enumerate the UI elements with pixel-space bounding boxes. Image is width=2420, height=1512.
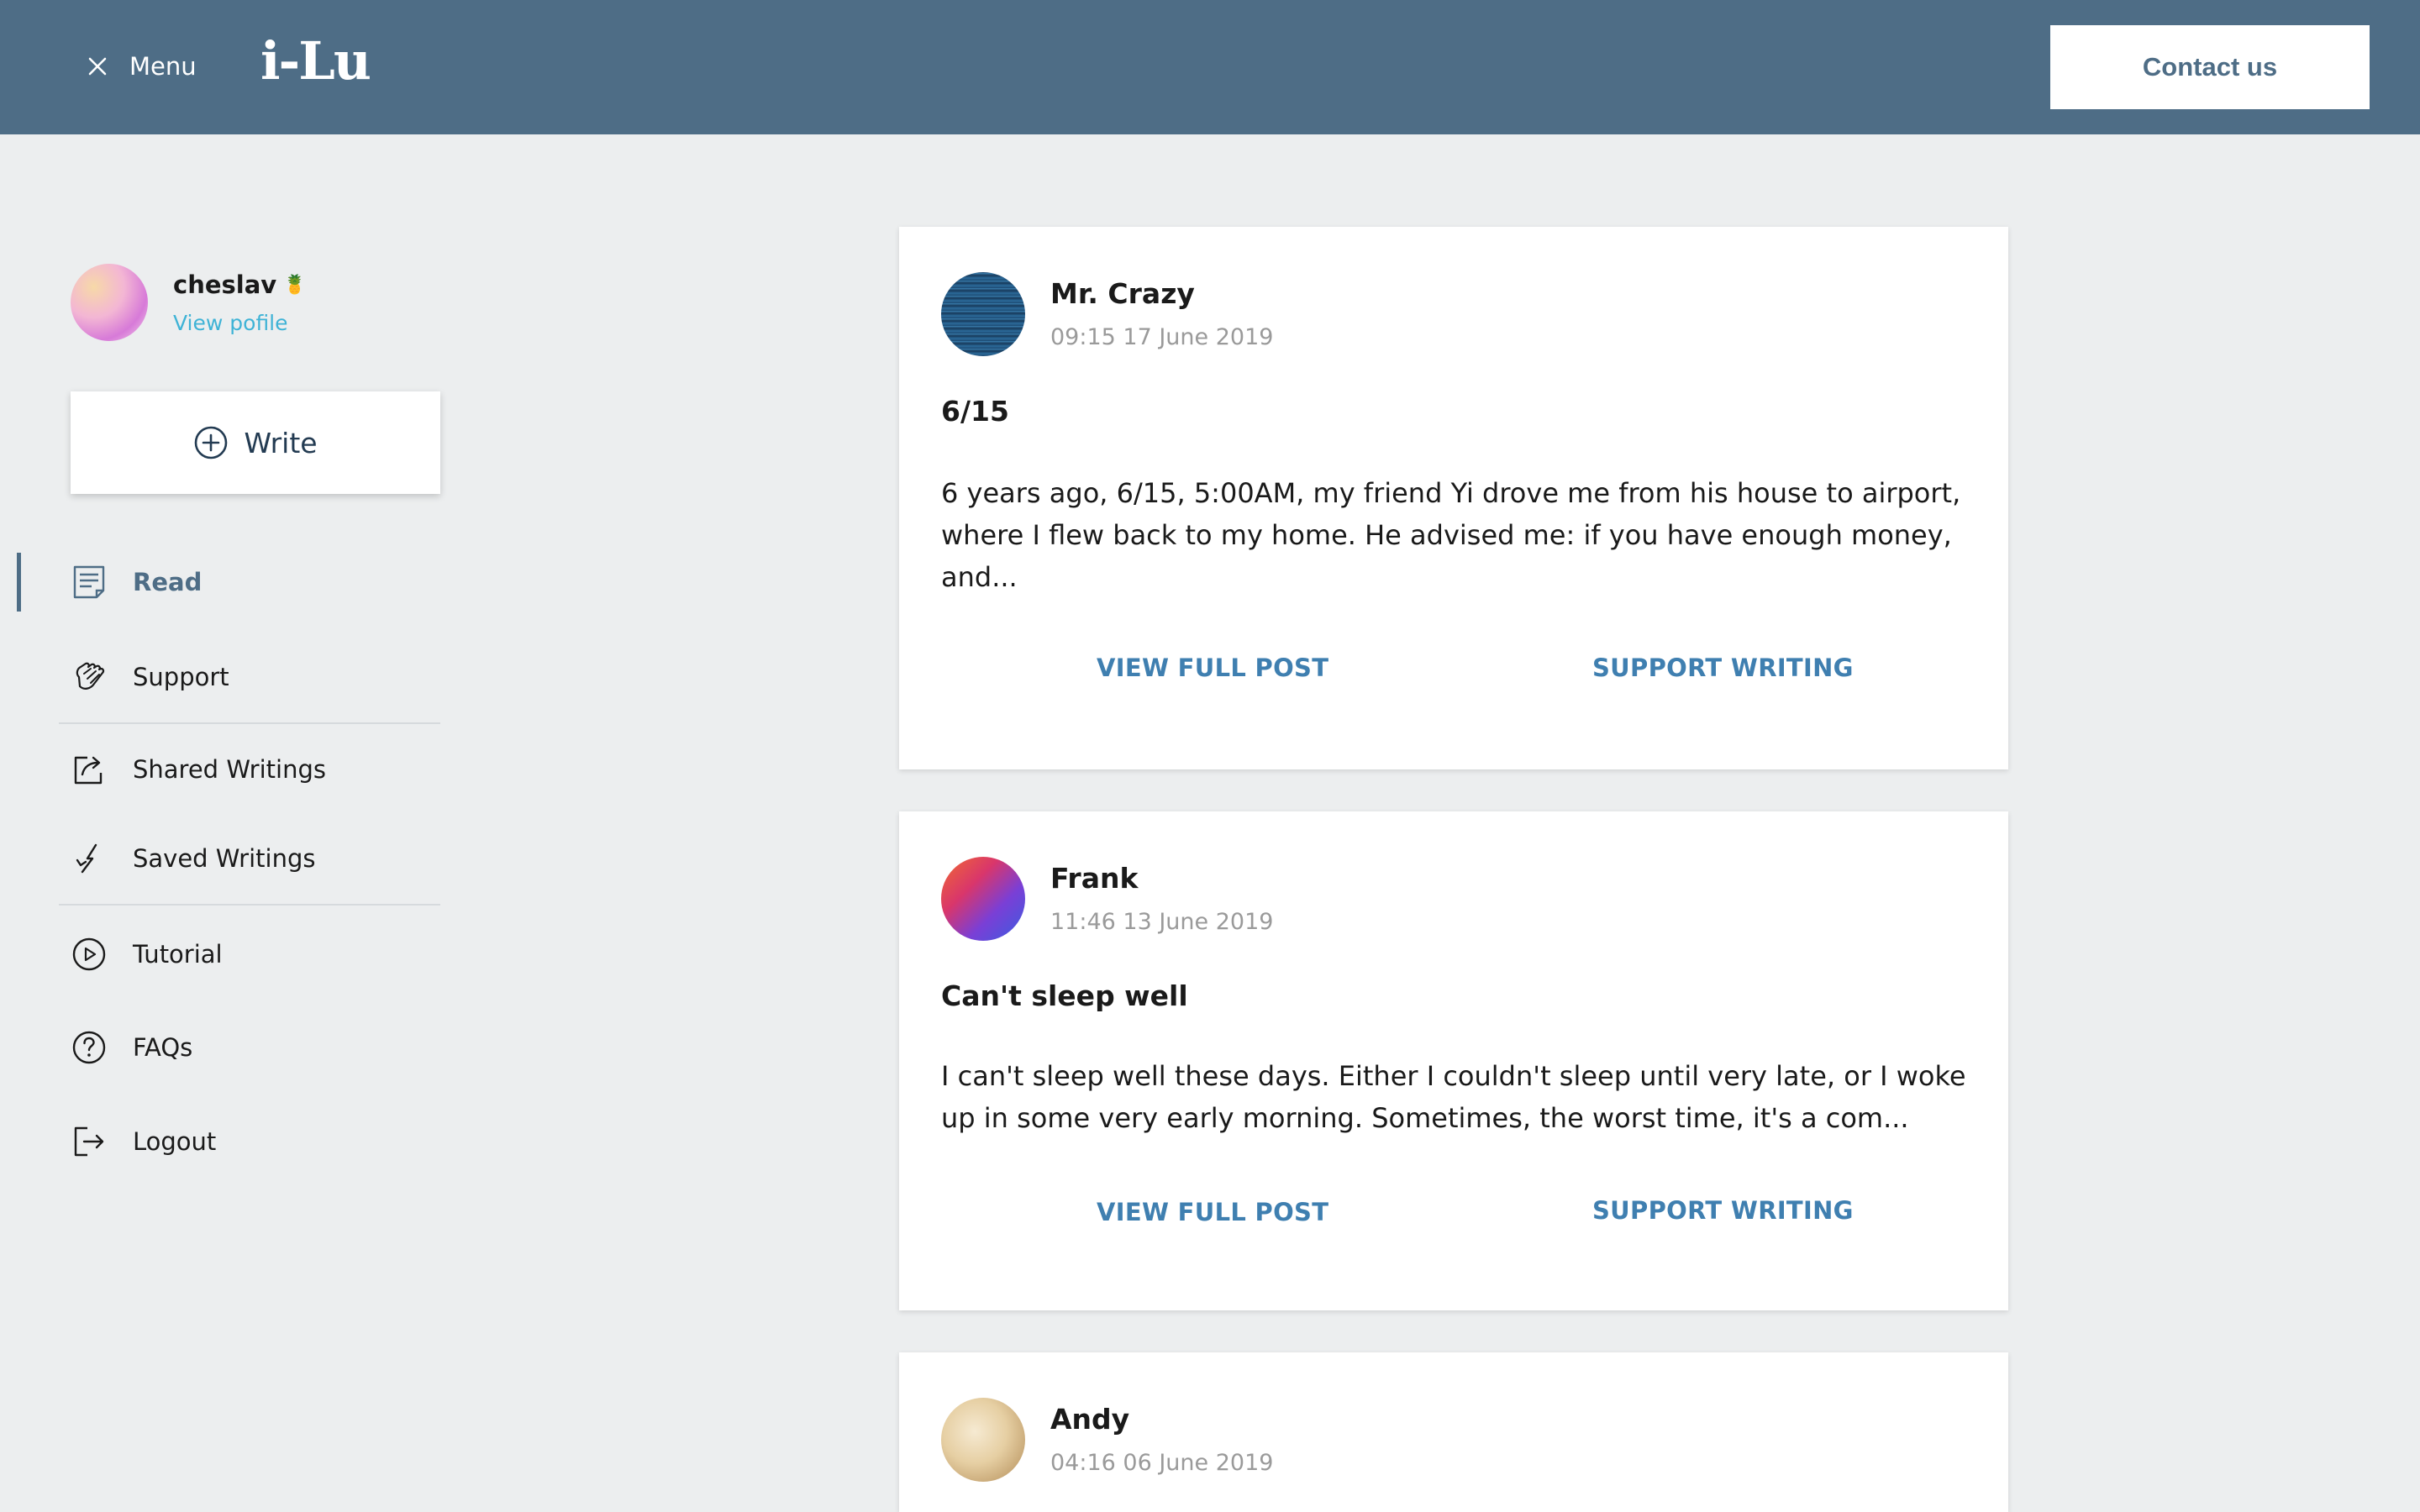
post-title: Can't sleep well [941, 979, 1188, 1012]
sidebar-item-shared-writings[interactable]: Shared Writings [71, 744, 440, 795]
post-timestamp: 04:16 06 June 2019 [1050, 1450, 1274, 1476]
author-avatar[interactable] [941, 272, 1025, 356]
author-name[interactable]: Mr. Crazy [1050, 277, 1195, 310]
plus-circle-icon [195, 426, 228, 459]
post-card: Mr. Crazy 09:15 17 June 2019 6/15 6 year… [899, 227, 2008, 769]
author-name[interactable]: Frank [1050, 862, 1138, 895]
post-excerpt: I can't sleep well these days. Either I … [941, 1060, 1966, 1134]
divider [59, 722, 440, 724]
sidebar-item-label: FAQs [133, 1033, 193, 1062]
menu-toggle[interactable]: Menu [87, 47, 197, 86]
pineapple-badge-icon: 🍍 [283, 274, 307, 296]
sidebar-item-tutorial[interactable]: Tutorial [71, 929, 440, 979]
divider [59, 904, 440, 906]
play-circle-icon [72, 937, 106, 971]
menu-label: Menu [129, 52, 197, 81]
sidebar-item-faqs[interactable]: FAQs [71, 1022, 440, 1073]
post-timestamp: 09:15 17 June 2019 [1050, 324, 1274, 350]
support-writing-button[interactable]: SUPPORT WRITING [1592, 1196, 1854, 1225]
sidebar-item-label: Shared Writings [133, 755, 326, 784]
sidebar-item-label: Support [133, 663, 229, 691]
app-logo[interactable]: i-Lu [260, 30, 371, 92]
username-text: cheslav [173, 270, 277, 299]
write-button[interactable]: Write [71, 391, 440, 494]
view-profile-link[interactable]: View pofile [173, 311, 288, 335]
avatar[interactable] [71, 264, 148, 341]
sidebar-item-support[interactable]: Support [71, 652, 440, 702]
share-icon [74, 756, 103, 785]
top-bar: Menu i-Lu Contact us [0, 0, 2420, 134]
write-label: Write [244, 426, 318, 459]
sidebar-item-label: Tutorial [133, 940, 223, 969]
post-card: Frank 11:46 13 June 2019 Can't sleep wel… [899, 811, 2008, 1310]
sidebar-item-label: Read [133, 568, 203, 596]
sidebar: cheslav 🍍 View pofile Write Read Support… [0, 134, 471, 1512]
sidebar-item-label: Saved Writings [133, 844, 316, 873]
author-avatar[interactable] [941, 1398, 1025, 1482]
sidebar-item-label: Logout [133, 1127, 217, 1156]
active-indicator [17, 553, 21, 612]
clap-hands-icon [76, 662, 105, 690]
user-profile: cheslav 🍍 View pofile [71, 264, 440, 344]
author-avatar[interactable] [941, 857, 1025, 941]
support-writing-button[interactable]: SUPPORT WRITING [1592, 654, 1854, 682]
view-full-post-button[interactable]: VIEW FULL POST [1097, 1198, 1328, 1226]
sidebar-item-logout[interactable]: Logout [71, 1116, 440, 1167]
view-full-post-button[interactable]: VIEW FULL POST [1097, 654, 1328, 682]
document-icon [73, 565, 105, 599]
post-excerpt: 6 years ago, 6/15, 5:00AM, my friend Yi … [941, 477, 1961, 593]
author-name[interactable]: Andy [1050, 1403, 1129, 1436]
username: cheslav 🍍 [173, 270, 307, 299]
sidebar-item-saved-writings[interactable]: Saved Writings [71, 833, 440, 884]
post-title: 6/15 [941, 395, 1009, 428]
close-icon [88, 57, 107, 76]
sidebar-item-read[interactable]: Read [71, 557, 440, 607]
post-card: Andy 04:16 06 June 2019 [899, 1352, 2008, 1512]
contact-us-button[interactable]: Contact us [2050, 25, 2370, 109]
question-circle-icon [72, 1031, 106, 1064]
bookmark-icon [76, 843, 97, 874]
logout-icon [74, 1126, 104, 1157]
post-timestamp: 11:46 13 June 2019 [1050, 909, 1274, 935]
